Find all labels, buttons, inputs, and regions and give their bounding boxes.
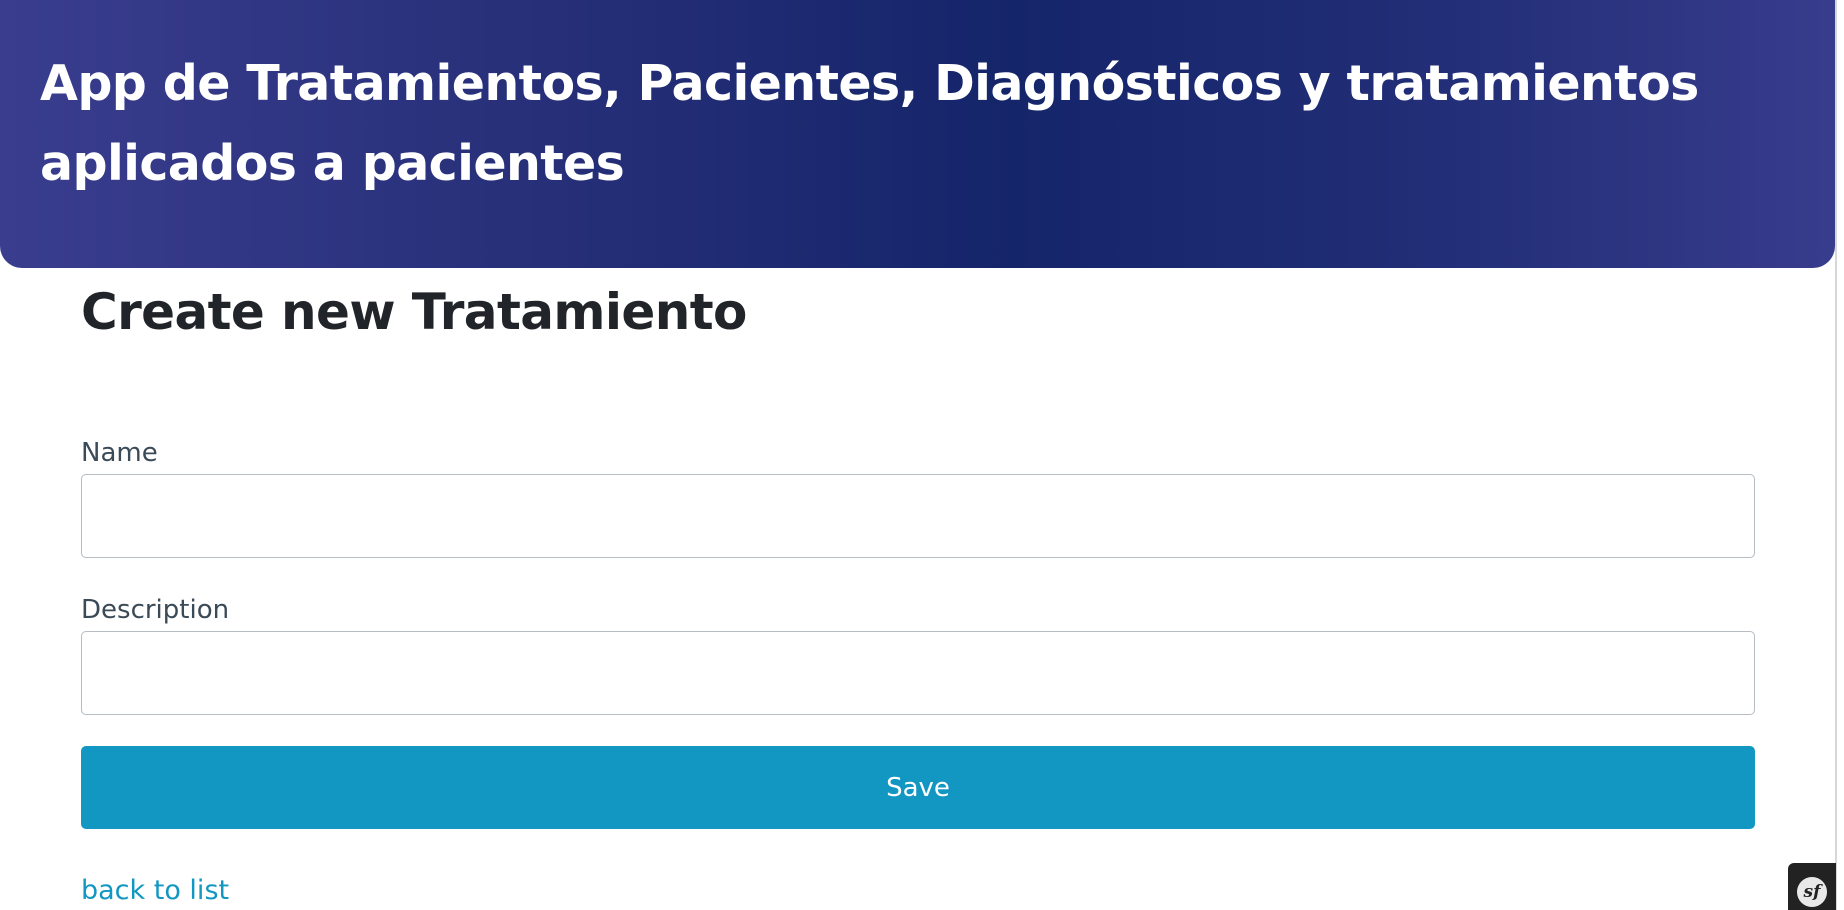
- app-header: App de Tratamientos, Pacientes, Diagnóst…: [0, 0, 1835, 268]
- save-button[interactable]: Save: [81, 746, 1755, 829]
- page: App de Tratamientos, Pacientes, Diagnóst…: [0, 0, 1844, 910]
- page-title: Create new Tratamiento: [81, 283, 747, 341]
- name-input[interactable]: [81, 474, 1755, 558]
- name-label: Name: [81, 438, 158, 468]
- app-title: App de Tratamientos, Pacientes, Diagnóst…: [40, 55, 1699, 192]
- symfony-toolbar-toggle[interactable]: sf: [1788, 863, 1836, 910]
- description-input[interactable]: [81, 631, 1755, 715]
- symfony-icon: sf: [1797, 877, 1827, 907]
- description-label: Description: [81, 595, 230, 625]
- right-edge-rail: [1835, 0, 1837, 910]
- back-to-list-link[interactable]: back to list: [81, 874, 229, 908]
- main-content: Create new Tratamiento Name Description …: [81, 270, 1755, 906]
